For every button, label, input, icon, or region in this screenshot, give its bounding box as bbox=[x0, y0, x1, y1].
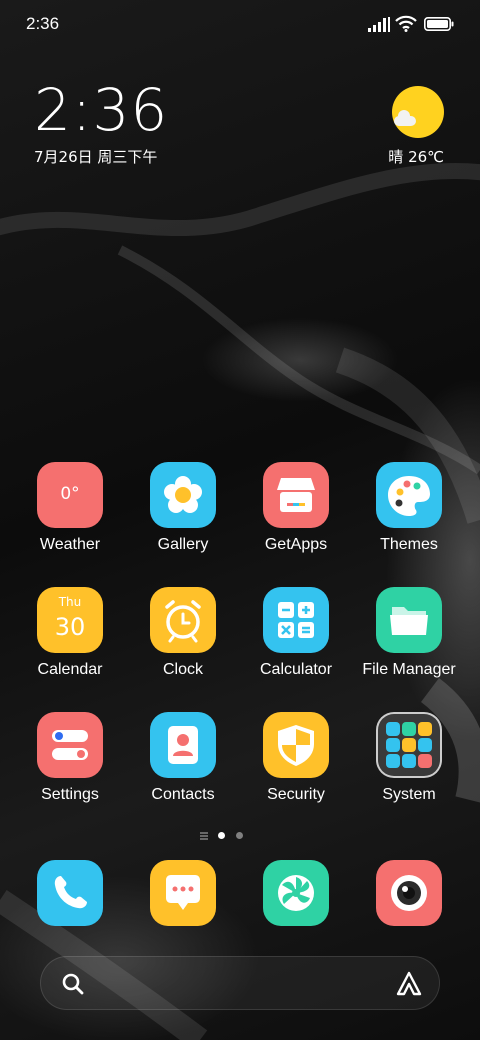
app-gallery[interactable]: Gallery bbox=[133, 462, 233, 554]
palette-icon bbox=[376, 462, 442, 528]
phone-icon bbox=[54, 876, 87, 909]
wifi-icon bbox=[395, 15, 417, 32]
app-file-manager[interactable]: File Manager bbox=[359, 587, 459, 679]
app-getapps[interactable]: GetApps bbox=[246, 462, 346, 554]
app-system-folder[interactable]: System bbox=[359, 712, 459, 804]
shield-icon bbox=[263, 712, 329, 778]
app-label: Calculator bbox=[259, 661, 333, 678]
menu-lines-icon bbox=[200, 832, 208, 840]
page-indicator[interactable] bbox=[0, 829, 480, 843]
page-dot-active bbox=[218, 832, 225, 839]
alarm-clock-icon bbox=[150, 587, 216, 653]
battery-icon bbox=[424, 17, 454, 31]
store-icon bbox=[263, 462, 329, 528]
app-label: Settings bbox=[41, 786, 99, 803]
dock-browser[interactable] bbox=[263, 860, 329, 926]
app-label: System bbox=[382, 786, 436, 803]
calendar-icon: Thu 30 bbox=[37, 587, 103, 653]
app-contacts[interactable]: Contacts bbox=[133, 712, 233, 804]
calculator-icon bbox=[263, 587, 329, 653]
cloud-icon bbox=[394, 110, 416, 126]
app-label: Gallery bbox=[157, 536, 209, 553]
app-calculator[interactable]: Calculator bbox=[246, 587, 346, 679]
calendar-day: Thu bbox=[58, 595, 82, 609]
dock-phone[interactable] bbox=[37, 860, 103, 926]
messages-icon bbox=[166, 875, 200, 910]
date-text: 7月26日 周三下午 bbox=[34, 148, 158, 166]
app-label: Contacts bbox=[151, 786, 215, 803]
search-bar[interactable] bbox=[40, 956, 440, 1010]
app-security[interactable]: Security bbox=[246, 712, 346, 804]
app-label: Clock bbox=[162, 661, 203, 678]
app-weather[interactable]: 0° Weather bbox=[20, 462, 120, 554]
clock-time: 2:36 bbox=[34, 76, 169, 144]
mini-app-icon bbox=[386, 754, 400, 768]
app-label: Calendar bbox=[37, 661, 103, 678]
contacts-icon bbox=[150, 712, 216, 778]
dock-messages[interactable] bbox=[150, 860, 216, 926]
weather-app-icon: 0° bbox=[37, 462, 103, 528]
weather-widget[interactable]: 晴 26℃ bbox=[364, 82, 444, 172]
assistant-icon[interactable] bbox=[395, 970, 423, 998]
camera-lens-icon bbox=[391, 875, 427, 911]
mini-app-icon bbox=[402, 738, 416, 752]
folder-icon bbox=[376, 587, 442, 653]
mini-app-icon bbox=[386, 722, 400, 736]
calendar-date: 30 bbox=[54, 613, 86, 641]
weather-app-temp: 0° bbox=[60, 484, 80, 504]
browser-aperture-icon bbox=[278, 875, 314, 911]
mini-app-icon bbox=[418, 722, 432, 736]
status-bar: 2:36 bbox=[0, 0, 480, 50]
folder-icon bbox=[376, 712, 442, 778]
mini-app-icon bbox=[386, 738, 400, 752]
app-settings[interactable]: Settings bbox=[20, 712, 120, 804]
clock-widget[interactable]: 2:36 7月26日 周三下午 bbox=[34, 80, 168, 167]
app-calendar[interactable]: Thu 30 Calendar bbox=[20, 587, 120, 679]
dock-camera[interactable] bbox=[376, 860, 442, 926]
status-time: 2:36 bbox=[26, 14, 60, 33]
app-clock[interactable]: Clock bbox=[133, 587, 233, 679]
app-label: Security bbox=[267, 786, 325, 803]
mini-app-icon bbox=[402, 754, 416, 768]
app-label: GetApps bbox=[264, 536, 328, 553]
mini-app-icon bbox=[402, 722, 416, 736]
page-dot bbox=[236, 832, 243, 839]
settings-toggle-icon bbox=[37, 712, 103, 778]
mini-app-icon bbox=[418, 738, 432, 752]
app-label: Themes bbox=[380, 536, 438, 553]
signal-icon bbox=[368, 17, 390, 32]
gallery-flower-icon bbox=[150, 462, 216, 528]
app-themes[interactable]: Themes bbox=[359, 462, 459, 554]
search-icon[interactable] bbox=[61, 972, 85, 996]
mini-app-icon bbox=[418, 754, 432, 768]
app-label: Weather bbox=[39, 536, 101, 553]
weather-text: 晴 26℃ bbox=[388, 148, 444, 166]
app-label: File Manager bbox=[362, 661, 456, 678]
